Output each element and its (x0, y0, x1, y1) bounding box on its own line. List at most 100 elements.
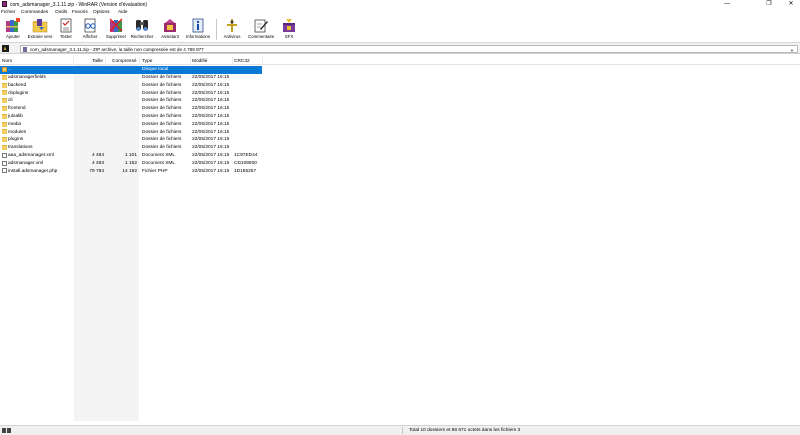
column-header-modified[interactable]: Modifié (192, 59, 207, 64)
sfx-button[interactable]: SFX (276, 17, 302, 42)
file-name: cli (8, 98, 13, 104)
folder-icon (2, 82, 7, 88)
file-row[interactable]: juloalib Dossier de fichiers 22/05/2017 16… (0, 113, 262, 121)
file-type: Dossier de fichiers (142, 90, 182, 96)
column-divider[interactable] (262, 57, 263, 65)
folder-icon (2, 129, 7, 135)
file-row[interactable]: cli Dossier de fichiers 22/05/2017 16:15 (0, 97, 262, 105)
file-name: modules (8, 129, 27, 135)
file-modified: 22/05/2017 16:15 (192, 129, 230, 135)
column-divider[interactable] (232, 57, 233, 65)
file-name: plugins (8, 137, 24, 143)
file-type: Dossier de fichiers (142, 98, 182, 104)
delete-books-icon (108, 18, 124, 33)
file-packed-size: 14 192 (122, 168, 137, 174)
parent-folder-icon (2, 67, 7, 72)
file-icon (2, 168, 7, 174)
delete-button[interactable]: Supprimer (103, 17, 129, 42)
column-divider[interactable] (73, 57, 74, 65)
file-row[interactable]: frontend Dossier de fichiers 22/05/2017 16… (0, 105, 262, 113)
file-modified: 22/05/2017 16:15 (192, 113, 230, 119)
file-row[interactable]: aaa_adsmanager.xml 4 484 1 101 Document XML… (0, 152, 262, 160)
file-row[interactable]: translations Dossier de fichiers 22/05/201… (0, 144, 262, 152)
folder-icon (2, 113, 7, 119)
info-label: Informations (185, 34, 211, 39)
extract-to-button[interactable]: Extraire vers (27, 17, 53, 42)
menu-favoris[interactable]: Favoris (72, 10, 88, 15)
folder-icon (2, 90, 7, 96)
info-button[interactable]: Informations (185, 17, 211, 42)
lock-icon[interactable] (7, 428, 11, 433)
column-divider[interactable] (190, 57, 191, 65)
file-row[interactable]: cbplugins Dossier de fichiers 22/05/2017 1… (0, 89, 262, 97)
column-header-name[interactable]: Nom (2, 59, 12, 64)
window-title: com_adsmanager_3.1.11.zip - WinRAR (Vers… (10, 1, 148, 8)
column-header-size[interactable]: Taille (92, 59, 103, 64)
file-packed-size: 1 101 (124, 152, 137, 158)
antivirus-button[interactable]: Antivirus (219, 17, 245, 42)
file-icon (2, 152, 7, 158)
menu-outils[interactable]: Outils (55, 10, 67, 15)
file-modified: 22/05/2017 16:15 (192, 145, 230, 151)
drive-icon[interactable] (2, 428, 6, 433)
file-crc: CD108600 (234, 160, 257, 166)
close-button[interactable]: ✕ (782, 0, 800, 8)
file-row[interactable]: media Dossier de fichiers 22/05/2017 16:15 (0, 121, 262, 129)
add-button[interactable]: Ajouter (0, 17, 26, 42)
archive-path-field[interactable]: com_adsmanager_3.1.11.zip - ZIP archive,… (20, 44, 798, 53)
file-row[interactable]: adsmanagerfields Dossier de fichiers 22/05… (0, 74, 262, 82)
menu-aide[interactable]: Aide (118, 10, 128, 15)
test-label: Tester (60, 34, 72, 39)
folder-icon (2, 121, 7, 127)
file-row[interactable]: plugins Dossier de fichiers 22/05/2017 16:… (0, 136, 262, 144)
file-modified: 22/05/2017 16:15 (192, 121, 230, 127)
menu-bar: Fichier Commandes Outils Favoris Options… (0, 9, 800, 16)
file-crc: 1C97ED44 (234, 152, 258, 158)
comment-button[interactable]: Commentaire (248, 17, 274, 42)
add-label: Ajouter (6, 34, 20, 39)
column-divider[interactable] (105, 57, 106, 65)
column-header-packed[interactable]: Compressé (112, 59, 137, 64)
find-button[interactable]: Rechercher (129, 17, 155, 42)
maximize-button[interactable]: ❐ (760, 0, 778, 8)
minimize-button[interactable]: — (718, 0, 736, 8)
antivirus-icon (224, 18, 240, 33)
path-bar: com_adsmanager_3.1.11.zip - ZIP archive,… (0, 43, 800, 54)
view-button[interactable]: Afficher (77, 17, 103, 42)
file-row[interactable]: .. Disque local (0, 66, 262, 74)
file-type: Dossier de fichiers (142, 129, 182, 135)
folder-icon (2, 137, 7, 143)
file-modified: 22/05/2017 16:15 (192, 90, 230, 96)
test-button[interactable]: Tester (53, 17, 79, 42)
folder-icon (2, 98, 7, 104)
file-type: Dossier de fichiers (142, 113, 182, 119)
file-modified: 22/05/2017 16:15 (192, 98, 230, 104)
file-type: Dossier de fichiers (142, 82, 182, 88)
wizard-button[interactable]: Assistant (157, 17, 183, 42)
file-modified: 22/05/2017 16:15 (192, 160, 230, 166)
info-icon (190, 18, 206, 33)
file-size: 79 784 (89, 168, 104, 174)
file-type: Disque local (142, 67, 169, 73)
file-type: Dossier de fichiers (142, 121, 182, 127)
file-type: Document XML (142, 152, 176, 158)
chevron-down-icon[interactable]: ▼ (790, 48, 794, 53)
file-row[interactable]: modules Dossier de fichiers 22/05/2017 16:… (0, 128, 262, 136)
view-glasses-icon (82, 18, 98, 33)
sfx-box-icon (281, 18, 297, 33)
column-divider[interactable] (139, 57, 140, 65)
file-name: adsmanagerfields (8, 74, 46, 80)
column-header-crc[interactable]: CRC32 (234, 59, 250, 64)
file-row[interactable]: backend Dossier de fichiers 22/05/2017 16:… (0, 82, 262, 90)
toolbar-separator (216, 19, 217, 40)
file-row[interactable]: adsmanager.xml 4 483 1 152 Document XML 22/0… (0, 160, 262, 168)
status-divider (402, 427, 403, 434)
column-header-type[interactable]: Type (142, 59, 152, 64)
up-one-level-button[interactable] (2, 45, 9, 52)
menu-options[interactable]: Options (93, 10, 110, 15)
menu-fichier[interactable]: Fichier (1, 10, 15, 15)
menu-commandes[interactable]: Commandes (21, 10, 48, 15)
extract-to-label: Extraire vers (27, 34, 53, 39)
file-name: aaa_adsmanager.xml (8, 152, 54, 158)
file-row[interactable]: install.adsmanager.php 79 784 14 192 Fichie… (0, 167, 262, 175)
